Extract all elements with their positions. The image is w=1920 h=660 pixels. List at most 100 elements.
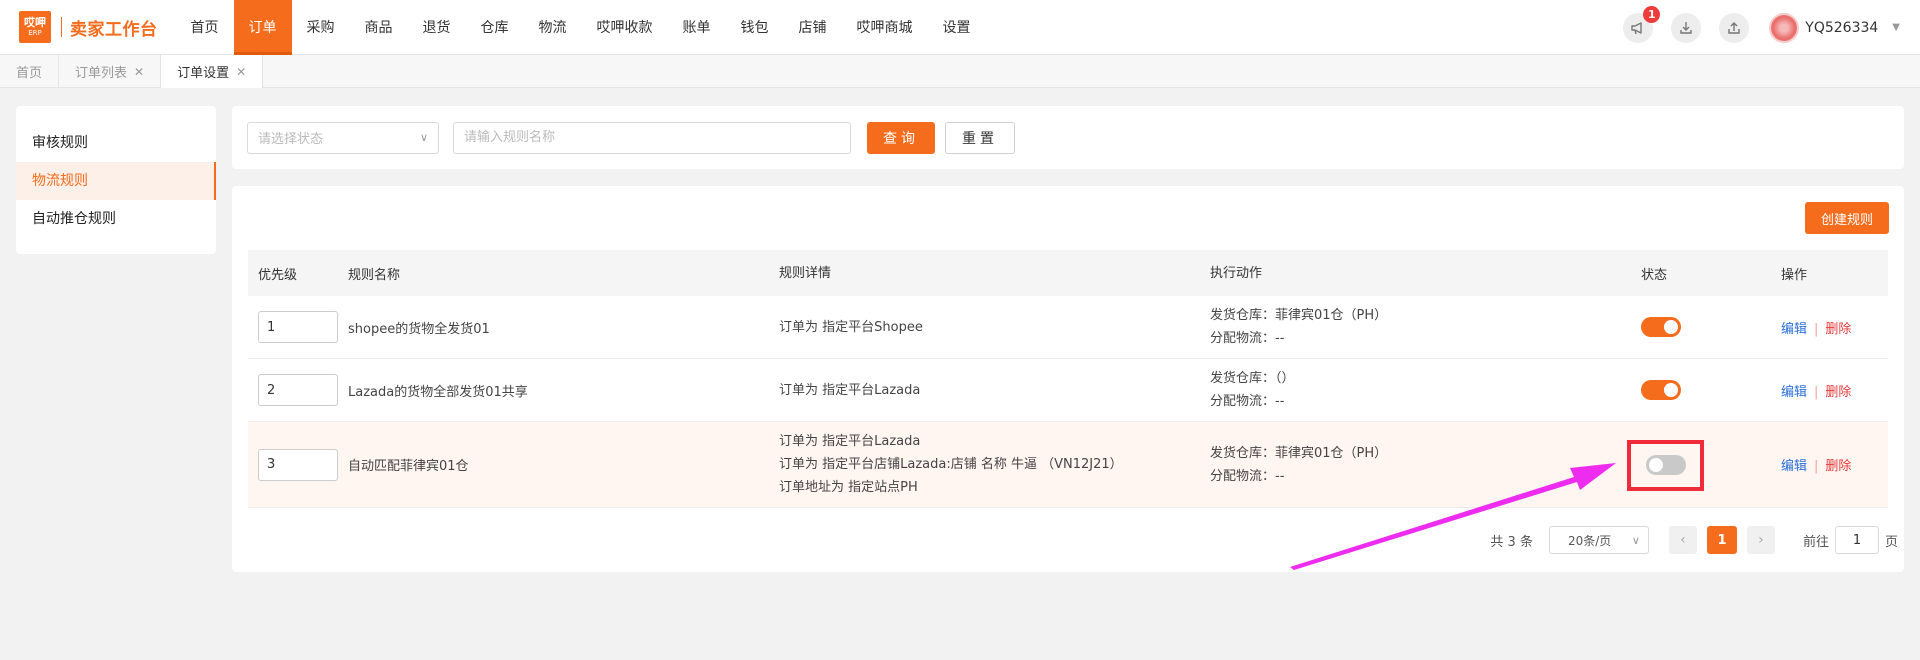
page-suffix: 页: [1884, 534, 1898, 550]
table-row: shopee的货物全发货01 订单为 指定平台Shopee 发货仓库：菲律宾01…: [248, 296, 1888, 359]
row-ops: 编辑 | 删除: [1781, 381, 1888, 400]
megaphone-icon: [1631, 21, 1642, 34]
priority-input[interactable]: [258, 374, 338, 406]
rule-detail-line: 订单为 指定平台Lazada: [779, 382, 921, 398]
table-row: Lazada的货物全部发货01共享 订单为 指定平台Lazada 发货仓库：（）…: [248, 359, 1888, 422]
logo-divider: [61, 17, 62, 37]
rule-action: 发货仓库：菲律宾01仓（PH） 分配物流：--: [1210, 442, 1641, 488]
chevron-left-icon: ‹: [1680, 532, 1686, 548]
nav-item-logistics[interactable]: 物流: [524, 0, 582, 55]
nav-item-orders[interactable]: 订单: [233, 0, 292, 55]
sidebar-item-review-rules[interactable]: 审核规则: [16, 124, 216, 162]
main-nav: 首页 订单 采购 商品 退货 仓库 物流 哎呷收款 账单 钱包 店铺 哎呷商城 …: [176, 0, 986, 55]
rule-action-line: 发货仓库：（）: [1210, 371, 1295, 386]
highlight-box: [1627, 439, 1704, 491]
sidebar-item-logistics-rules[interactable]: 物流规则: [16, 162, 216, 200]
rule-action: 发货仓库：菲律宾01仓（PH） 分配物流：--: [1210, 304, 1641, 350]
ops-divider: |: [1814, 321, 1819, 337]
create-rule-button[interactable]: 创建规则: [1804, 202, 1889, 234]
reset-button[interactable]: 重置: [945, 121, 1015, 154]
close-icon[interactable]: ✕: [134, 65, 144, 79]
nav-item-returns[interactable]: 退货: [408, 0, 466, 55]
header-ops: 操作: [1781, 267, 1808, 283]
ops-divider: |: [1814, 384, 1819, 400]
nav-item-purchase[interactable]: 采购: [292, 0, 350, 55]
logo-icon: 哎呷 ERP: [19, 11, 51, 43]
delete-link[interactable]: 删除: [1825, 322, 1851, 337]
nav-item-payments[interactable]: 哎呷收款: [582, 0, 668, 55]
page-number-current[interactable]: 1: [1706, 526, 1737, 554]
table-header: 优先级 规则名称 规则详情 执行动作 状态 操作: [248, 250, 1888, 296]
total-count: 共 3 条: [1490, 534, 1533, 550]
next-page-button[interactable]: ›: [1746, 526, 1775, 554]
delete-link[interactable]: 删除: [1825, 385, 1851, 400]
rules-table: 优先级 规则名称 规则详情 执行动作 状态 操作 shopee的货物全发货01 …: [248, 250, 1888, 508]
query-button[interactable]: 查询: [867, 121, 935, 154]
chevron-down-icon[interactable]: ▼: [1892, 22, 1900, 33]
priority-input[interactable]: [258, 311, 338, 343]
tab-order-settings[interactable]: 订单设置 ✕: [161, 55, 264, 88]
edit-link[interactable]: 编辑: [1781, 459, 1807, 474]
notification-button[interactable]: 1: [1623, 5, 1661, 43]
tab-home[interactable]: 首页: [0, 55, 60, 88]
chevron-down-icon: ∨: [1631, 533, 1640, 547]
app-logo[interactable]: 哎呷 ERP 卖家工作台: [19, 11, 158, 43]
avatar[interactable]: [1769, 12, 1800, 43]
page-tabs: 首页 订单列表 ✕ 订单设置 ✕: [0, 55, 1920, 88]
rule-action-line: 分配物流：--: [1210, 331, 1285, 346]
pagination: 共 3 条 20条/页 ∨ ‹ 1 › 前往 页: [1490, 526, 1898, 554]
brand-title: 卖家工作台: [70, 19, 158, 40]
goto-page-input[interactable]: [1834, 526, 1879, 554]
nav-item-warehouse[interactable]: 仓库: [466, 0, 524, 55]
page-size-select[interactable]: 20条/页 ∨: [1548, 526, 1649, 554]
tab-order-list[interactable]: 订单列表 ✕: [59, 55, 162, 88]
chevron-down-icon: ∨: [419, 131, 428, 144]
rule-name-input[interactable]: [453, 121, 851, 154]
download-button[interactable]: [1671, 12, 1702, 43]
status-toggle[interactable]: [1641, 317, 1681, 337]
rule-detail: 订单为 指定平台Shopee: [779, 316, 1210, 339]
rule-detail: 订单为 指定平台Lazada 订单为 指定平台店铺Lazada:店铺 名称 牛逼…: [779, 430, 1210, 499]
page-size-value: 20条/页: [1567, 533, 1612, 548]
edit-link[interactable]: 编辑: [1781, 322, 1807, 337]
rule-detail-line: 订单地址为 指定站点PH: [779, 480, 918, 495]
row-ops: 编辑 | 删除: [1781, 318, 1888, 337]
notification-badge: 1: [1643, 5, 1661, 23]
delete-link[interactable]: 删除: [1825, 459, 1851, 474]
rule-name: Lazada的货物全部发货01共享: [348, 384, 528, 400]
rule-action-line: 分配物流：--: [1210, 468, 1285, 484]
nav-item-mall[interactable]: 哎呷商城: [842, 0, 928, 55]
prev-page-button[interactable]: ‹: [1668, 526, 1697, 554]
status-toggle[interactable]: [1645, 455, 1686, 475]
nav-item-wallet[interactable]: 钱包: [726, 0, 784, 55]
rule-detail: 订单为 指定平台Lazada: [779, 379, 1210, 402]
rule-name: 自动匹配菲律宾01仓: [348, 459, 469, 474]
status-select[interactable]: 请选择状态 ∨: [247, 121, 439, 154]
edit-link[interactable]: 编辑: [1781, 385, 1807, 400]
nav-item-settings[interactable]: 设置: [928, 0, 986, 55]
header-status: 状态: [1641, 267, 1668, 283]
priority-input[interactable]: [258, 448, 338, 481]
nav-item-bills[interactable]: 账单: [668, 0, 726, 55]
toggle-knob: [1648, 458, 1663, 472]
rule-detail-line: 订单为 指定平台店铺Lazada:店铺 名称 牛逼 （VN12J21）: [779, 457, 1123, 472]
rule-name: shopee的货物全发货01: [348, 321, 490, 337]
logo-line2: ERP: [28, 29, 42, 37]
status-toggle[interactable]: [1641, 380, 1681, 400]
nav-item-shops[interactable]: 店铺: [784, 0, 842, 55]
rules-sidebar: 审核规则 物流规则 自动推仓规则: [16, 106, 216, 254]
chevron-right-icon: ›: [1758, 532, 1764, 548]
nav-item-products[interactable]: 商品: [350, 0, 408, 55]
rule-action: 发货仓库：（） 分配物流：--: [1210, 367, 1641, 413]
tab-label: 订单列表: [75, 66, 128, 81]
rule-detail-line: 订单为 指定平台Lazada: [779, 434, 921, 449]
nav-item-home[interactable]: 首页: [176, 0, 234, 55]
toggle-knob: [1664, 383, 1678, 397]
upload-button[interactable]: [1719, 12, 1750, 43]
top-bar: 哎呷 ERP 卖家工作台 首页 订单 采购 商品 退货 仓库 物流 哎呷收款 账…: [0, 0, 1920, 55]
username[interactable]: YQ526334: [1805, 20, 1878, 36]
tab-label: 订单设置: [177, 66, 230, 81]
sidebar-item-auto-push-rules[interactable]: 自动推仓规则: [16, 200, 216, 238]
close-icon[interactable]: ✕: [236, 65, 246, 79]
rule-action-line: 发货仓库：菲律宾01仓（PH）: [1210, 308, 1388, 323]
